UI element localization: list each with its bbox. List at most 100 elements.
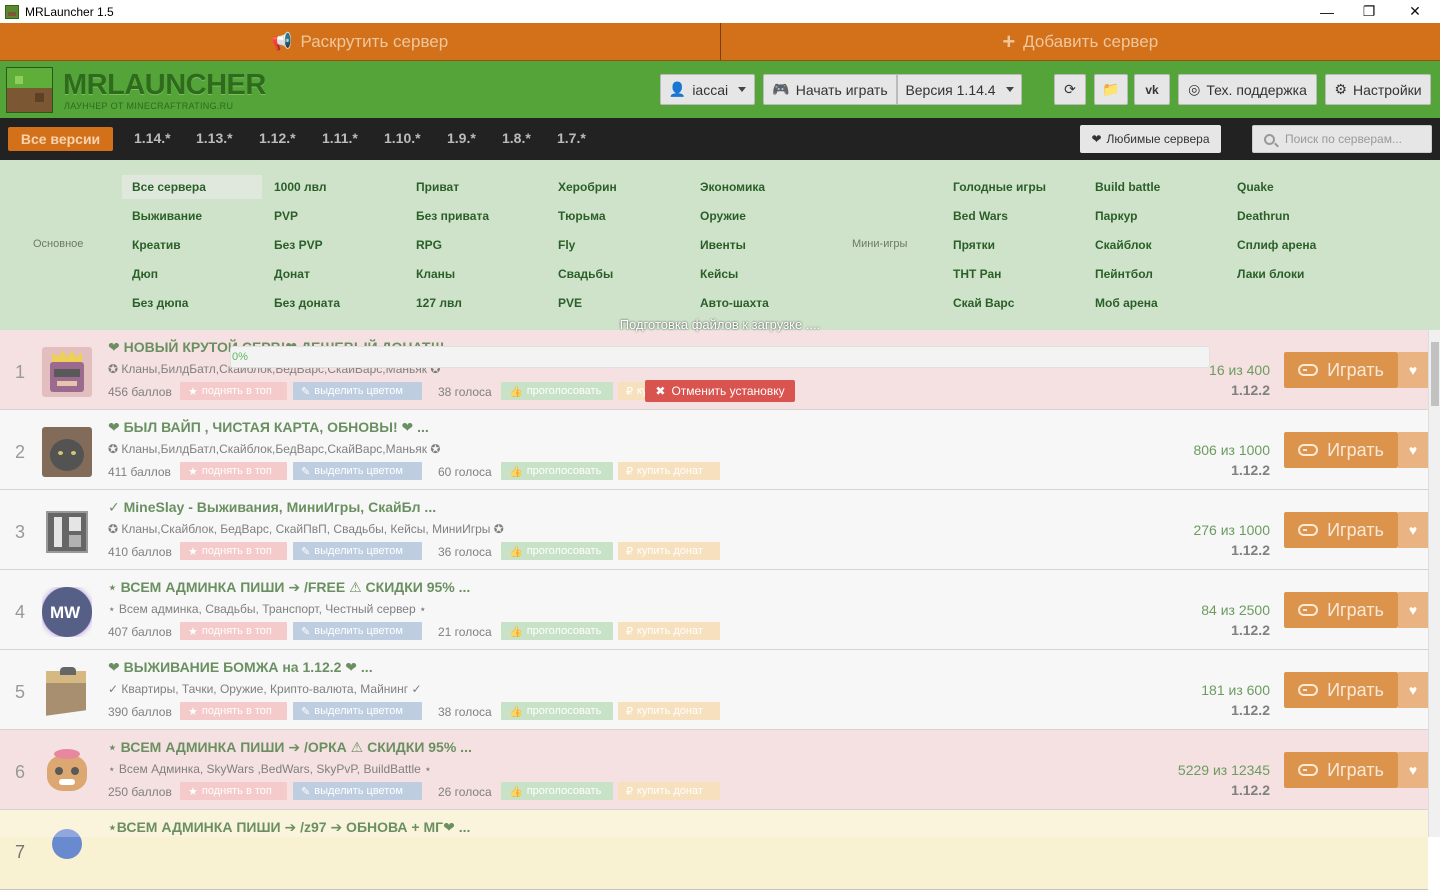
close-button[interactable]: ✕ [1392,0,1438,23]
minigame-category-item[interactable]: Quake [1237,180,1274,194]
minigame-category-item[interactable]: Bed Wars [953,209,1008,223]
favorite-heart-button[interactable]: ♥ [1398,672,1428,708]
category-item[interactable]: PVP [274,209,298,223]
minigame-category-item[interactable]: Прятки [953,238,995,252]
maximize-button[interactable]: ❐ [1346,0,1392,23]
category-item[interactable]: Без PVP [274,238,323,252]
category-item[interactable]: Экономика [700,180,765,194]
buy-donate-button[interactable]: ₽купить донат [618,542,720,560]
server-row[interactable]: 6⋆ ВСЕМ АДМИНКА ПИШИ ➔ /ОРКА ⚠ СКИДКИ 95… [0,730,1428,810]
raise-top-button[interactable]: ★поднять в топ [180,542,287,560]
play-server-button[interactable]: Играть [1284,592,1398,628]
category-item[interactable]: Тюрьма [558,209,606,223]
version-tab[interactable]: 1.14.* [134,130,171,146]
category-item[interactable]: Приват [416,180,459,194]
minigame-category-item[interactable]: Голодные игры [953,180,1046,194]
play-server-button[interactable]: Играть [1284,432,1398,468]
server-avatar[interactable] [42,667,92,717]
vk-button[interactable]: vk [1134,74,1170,105]
category-item[interactable]: Кланы [416,267,455,281]
category-item[interactable]: Ивенты [700,238,746,252]
category-item[interactable]: Херобрин [558,180,617,194]
buy-donate-button[interactable]: ₽купить донат [618,622,720,640]
category-item[interactable]: Авто-шахта [700,296,769,310]
server-avatar[interactable] [42,747,92,797]
server-row[interactable]: 2❤ БЫЛ ВАЙП , ЧИСТАЯ КАРТА, ОБНОВЫ! ❤ ..… [0,410,1428,490]
version-tab[interactable]: 1.8.* [502,130,531,146]
server-avatar[interactable] [42,347,92,397]
play-server-button[interactable]: Играть [1284,512,1398,548]
highlight-color-button[interactable]: ✎выделить цветом [293,702,422,720]
favorite-heart-button[interactable]: ♥ [1398,352,1428,388]
buy-donate-button[interactable]: ₽купить донат [618,702,720,720]
server-title[interactable]: ⋆ ВСЕМ АДМИНКА ПИШИ ➔ /ОРКА ⚠ СКИДКИ 95%… [108,739,472,756]
category-item[interactable]: Fly [558,238,575,252]
vote-button[interactable]: 👍проголосовать [501,462,613,480]
server-row[interactable]: 3✓ MineSlay - Выживания, МиниИгры, СкайБ… [0,490,1428,570]
server-avatar[interactable] [42,427,92,477]
vote-button[interactable]: 👍проголосовать [501,702,613,720]
vote-button[interactable]: 👍проголосовать [501,622,613,640]
play-server-button[interactable]: Играть [1284,752,1398,788]
minigame-category-item[interactable]: Сплиф арена [1237,238,1316,252]
category-item[interactable]: Выживание [132,209,202,223]
version-tab[interactable]: 1.7.* [557,130,586,146]
favorite-heart-button[interactable]: ♥ [1398,592,1428,628]
settings-button[interactable]: ⚙ Настройки [1325,74,1431,105]
server-avatar[interactable] [42,827,92,877]
highlight-color-button[interactable]: ✎выделить цветом [293,382,422,400]
server-avatar[interactable] [42,507,92,557]
server-row[interactable]: 5❤ ВЫЖИВАНИЕ БОМЖА на 1.12.2 ❤ ...✓ Квар… [0,650,1428,730]
minigame-category-item[interactable]: ТНТ Ран [953,267,1001,281]
buy-donate-button[interactable]: ₽купить донат [618,782,720,800]
version-tab[interactable]: 1.11.* [322,130,358,146]
category-item[interactable]: 127 лвл [416,296,462,310]
category-item[interactable]: Оружие [700,209,746,223]
play-server-button[interactable]: Играть [1284,352,1398,388]
cancel-install-button[interactable]: ✖ Отменить установку [645,380,795,402]
raise-top-button[interactable]: ★поднять в топ [180,622,287,640]
server-title[interactable]: ✓ MineSlay - Выживания, МиниИгры, СкайБл… [108,499,436,516]
minimize-button[interactable]: — [1304,0,1350,23]
raise-top-button[interactable]: ★поднять в топ [180,382,287,400]
folder-button[interactable]: 📁 [1094,74,1128,105]
server-row[interactable]: 4MW⋆ ВСЕМ АДМИНКА ПИШИ ➔ /FREE ⚠ СКИДКИ … [0,570,1428,650]
category-item[interactable]: Дюп [132,267,158,281]
version-dropdown[interactable]: Версия 1.14.4 [897,74,1022,105]
user-dropdown[interactable]: 👤 iaccai [660,74,755,105]
category-item[interactable]: Кейсы [700,267,738,281]
category-item[interactable]: 1000 лвл [274,180,327,194]
version-tab[interactable]: 1.9.* [447,130,476,146]
raise-top-button[interactable]: ★поднять в топ [180,462,287,480]
version-tab-all[interactable]: Все версии [8,127,113,151]
start-play-button[interactable]: 🎮 Начать играть [763,74,897,105]
server-title[interactable]: ❤ ВЫЖИВАНИЕ БОМЖА на 1.12.2 ❤ ... [108,659,373,676]
add-server-button[interactable]: + Добавить сервер [721,23,1440,60]
vote-button[interactable]: 👍проголосовать [501,382,613,400]
scrollbar-thumb[interactable] [1431,342,1439,406]
minigame-category-item[interactable]: Паркур [1095,209,1137,223]
minigame-category-item[interactable]: Моб арена [1095,296,1158,310]
category-item[interactable]: Без дюпа [132,296,188,310]
minigame-category-item[interactable]: Deathrun [1237,209,1290,223]
category-item[interactable]: Донат [274,267,310,281]
minigame-category-item[interactable]: Build battle [1095,180,1160,194]
category-item[interactable]: Свадьбы [558,267,613,281]
support-button[interactable]: ◎ Тех. поддержка [1178,74,1317,105]
highlight-color-button[interactable]: ✎выделить цветом [293,622,422,640]
category-item[interactable]: RPG [416,238,442,252]
vote-button[interactable]: 👍проголосовать [501,782,613,800]
version-tab[interactable]: 1.10.* [384,130,421,146]
minigame-category-item[interactable]: Скай Варс [953,296,1014,310]
scrollbar[interactable] [1428,330,1440,837]
server-title[interactable]: ⋆ВСЕМ АДМИНКА ПИШИ ➔ /z97 ➔ ОБНОВА + МГ❤… [108,819,470,836]
logo[interactable] [6,67,53,113]
category-item[interactable]: Все сервера [132,180,206,194]
server-row[interactable]: 7⋆ВСЕМ АДМИНКА ПИШИ ➔ /z97 ➔ ОБНОВА + МГ… [0,810,1428,890]
highlight-color-button[interactable]: ✎выделить цветом [293,542,422,560]
promote-server-button[interactable]: 📢 Раскрутить сервер [0,23,721,60]
version-tab[interactable]: 1.13.* [196,130,233,146]
category-item[interactable]: PVE [558,296,582,310]
favorite-heart-button[interactable]: ♥ [1398,512,1428,548]
highlight-color-button[interactable]: ✎выделить цветом [293,782,422,800]
